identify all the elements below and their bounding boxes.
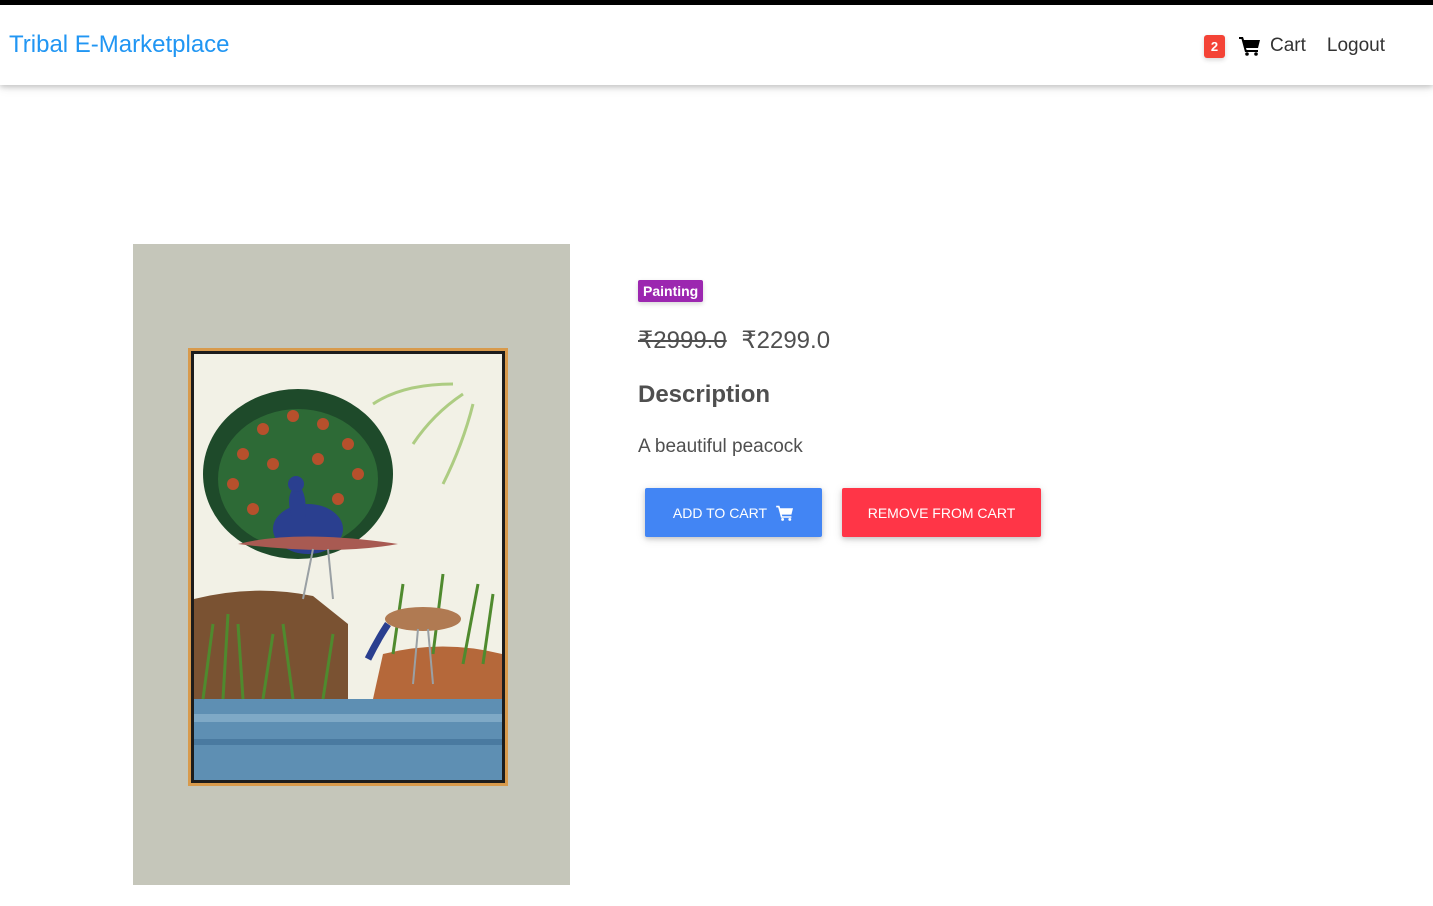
logout-link[interactable]: Logout	[1327, 35, 1385, 57]
cart-count-badge: 2	[1203, 34, 1225, 58]
description-text: A beautiful peacock	[638, 436, 803, 457]
remove-from-cart-label: REMOVE FROM CART	[867, 504, 1016, 521]
navbar: Tribal E-Marketplace 2 Cart Logout	[0, 5, 1433, 85]
shopping-cart-icon	[1238, 37, 1260, 56]
cart-label: Cart	[1269, 35, 1306, 56]
description-heading: Description	[638, 381, 771, 408]
nav-right: 2 Cart Logout	[1203, 31, 1385, 61]
shopping-cart-icon	[776, 505, 794, 521]
add-to-cart-label: ADD TO CART	[672, 504, 768, 521]
add-to-cart-button[interactable]: ADD TO CART	[645, 488, 822, 537]
category-badge: Painting	[638, 280, 704, 302]
product-image	[133, 244, 570, 885]
action-buttons: ADD TO CART REMOVE FROM CART	[645, 488, 1041, 537]
current-price: ₹2299.0	[741, 327, 831, 354]
remove-from-cart-button[interactable]: REMOVE FROM CART	[842, 488, 1041, 537]
price-row: ₹2999.0 ₹2299.0	[638, 326, 830, 355]
brand-link[interactable]: Tribal E-Marketplace	[9, 31, 230, 59]
peacock-painting-image	[133, 244, 570, 885]
cart-link[interactable]: Cart	[1238, 35, 1306, 57]
product-details: Painting ₹2999.0 ₹2299.0 Description A b…	[638, 280, 830, 458]
original-price: ₹2999.0	[638, 327, 727, 354]
